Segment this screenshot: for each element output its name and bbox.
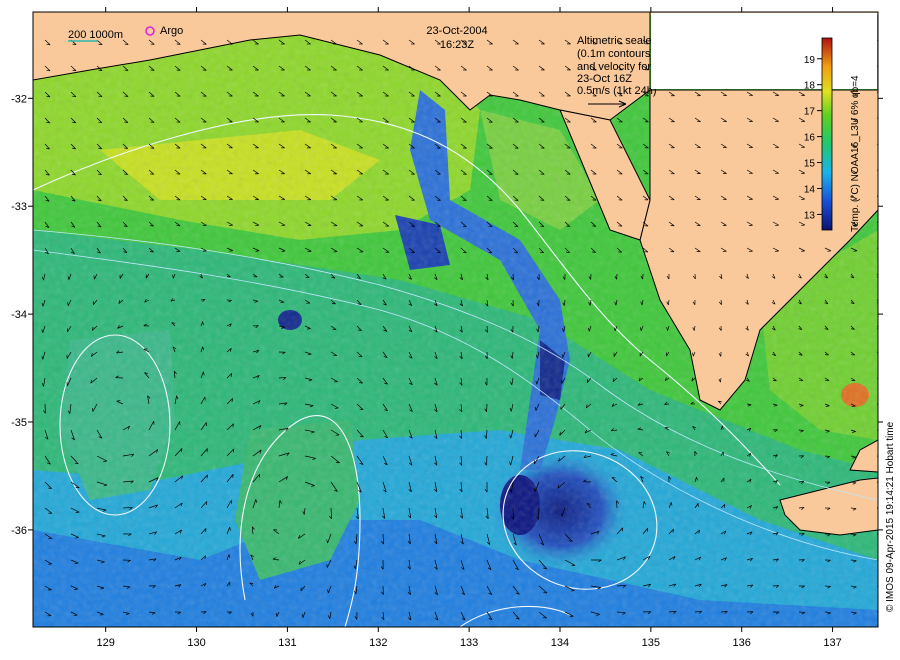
colorbar-ramp xyxy=(821,37,833,231)
lat-tick-label: -34 xyxy=(11,309,27,321)
colorbar-tick-label: 13 xyxy=(804,210,816,221)
colorbar-tick-label: 15 xyxy=(804,159,816,170)
annotation-line-5: 0.5m/s (1kt 24h) xyxy=(577,85,656,97)
isobath-legend: 200 1000m xyxy=(68,29,123,41)
lon-tick-label: 134 xyxy=(551,637,569,649)
lon-tick-label: 132 xyxy=(369,637,387,649)
annotation-line-4: 23-Oct 16Z xyxy=(577,73,632,85)
credit-text: © IMOS 09-Apr-2015 19:14:21 Hobart time xyxy=(885,421,896,612)
lon-tick-label: 136 xyxy=(733,637,751,649)
lat-tick-label: -36 xyxy=(11,525,27,537)
colorbar-panel xyxy=(651,13,877,89)
colorbar-title: Temp. (°C) NOAA16_L3U 6% qb=4 xyxy=(850,75,861,232)
sst-field xyxy=(33,12,878,627)
annotation-line-2: (0.1m contours) xyxy=(577,48,654,60)
lat-tick-label: -33 xyxy=(11,201,27,213)
colorbar-tick-label: 14 xyxy=(804,184,816,195)
colorbar-tick-label: 19 xyxy=(804,55,816,66)
colorbar-tick-label: 18 xyxy=(804,81,816,92)
lon-tick-label: 130 xyxy=(187,637,205,649)
colorbar-tick-label: 16 xyxy=(804,133,816,144)
annotation-line-3: and velocity for xyxy=(577,61,651,73)
lon-tick-label: 135 xyxy=(642,637,660,649)
lon-tick-label: 133 xyxy=(460,637,478,649)
lat-tick-label: -32 xyxy=(11,93,27,105)
colorbar-tick-label: 17 xyxy=(804,107,816,118)
argo-legend: Argo xyxy=(160,25,183,37)
lon-tick-label: 131 xyxy=(278,637,296,649)
sst-map: 129 130 131 132 133 134 135 136 137 -32 -33 -34 -35 -… xyxy=(11,7,896,649)
lon-tick-label: 137 xyxy=(823,637,841,649)
lat-tick-label: -35 xyxy=(11,417,27,429)
map-time: 16:23Z xyxy=(440,39,475,51)
lon-tick-label: 129 xyxy=(97,637,115,649)
map-date: 23-Oct-2004 xyxy=(426,25,487,37)
